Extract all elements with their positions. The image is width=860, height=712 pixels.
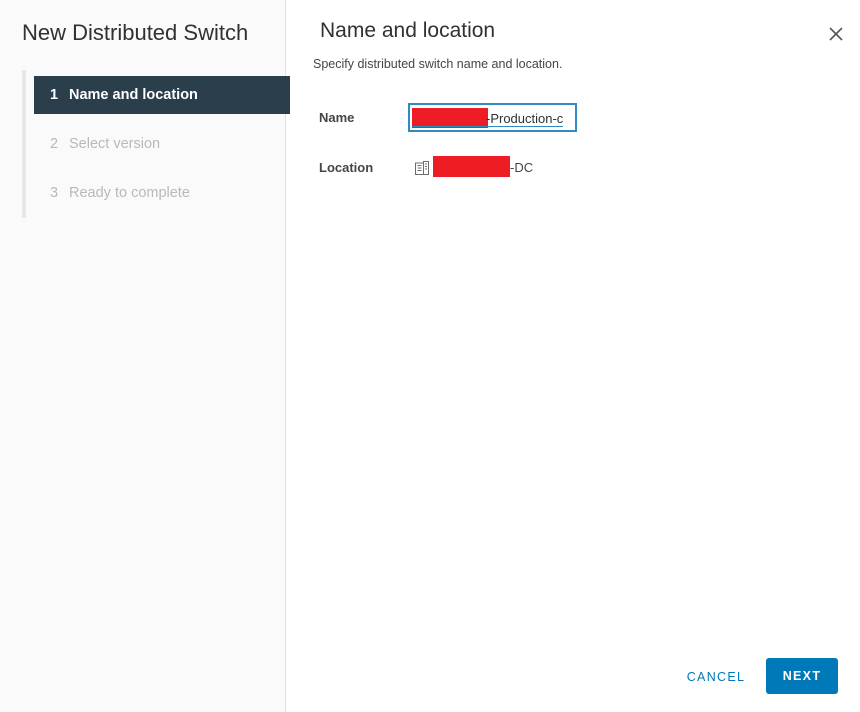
step-number: 1: [50, 87, 59, 103]
step-label: Name and location: [69, 87, 198, 103]
step-label: Ready to complete: [69, 185, 190, 201]
wizard-step-list: 1 Name and location 2 Select version 3 R…: [22, 70, 290, 218]
name-label: Name: [319, 110, 355, 125]
wizard-content: Name and location Specify distributed sw…: [286, 0, 860, 712]
step-number: 3: [50, 185, 59, 201]
location-value: -DC: [510, 160, 534, 175]
wizard-title: New Distributed Switch: [22, 20, 249, 45]
redaction-block: [433, 156, 510, 177]
step-select-version[interactable]: 2 Select version: [34, 125, 290, 163]
location-label: Location: [319, 160, 374, 175]
step-ready-to-complete[interactable]: 3 Ready to complete: [34, 174, 290, 212]
name-field-wrapper: [408, 103, 577, 132]
step-number: 2: [50, 136, 59, 152]
page-subtitle: Specify distributed switch name and loca…: [313, 57, 563, 71]
next-button[interactable]: NEXT: [766, 658, 838, 694]
cancel-button[interactable]: CANCEL: [680, 660, 752, 693]
wizard-sidebar: New Distributed Switch 1 Name and locati…: [0, 0, 290, 712]
step-name-and-location[interactable]: 1 Name and location: [34, 76, 290, 114]
step-label: Select version: [69, 136, 161, 152]
input-underline: [412, 126, 563, 127]
datacenter-icon: [415, 161, 429, 175]
close-icon: [829, 27, 843, 41]
close-button[interactable]: [826, 24, 846, 44]
page-title: Name and location: [320, 19, 496, 42]
